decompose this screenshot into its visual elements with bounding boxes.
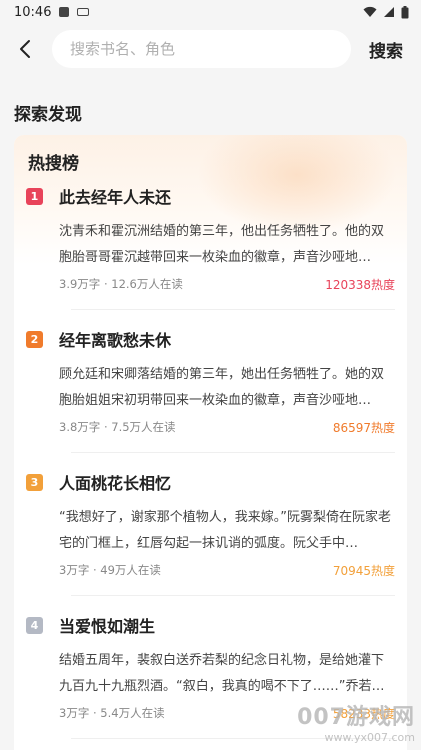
keyboard-icon [77,8,90,16]
search-field[interactable] [52,30,351,68]
rank-badge: 3 [26,473,43,491]
book-meta: 3.8万字 · 7.5万人在读 86597热度 [59,416,395,438]
search-bar: 搜索 [0,24,421,74]
book-description: “我想好了，谢家那个植物人，我来嫁。”阮雾梨倚在阮家老宅的门框上，红唇勾起一抹讥… [59,510,391,551]
book-title[interactable]: 此去经年人未还 [59,184,171,208]
book-title[interactable]: 经年离歌愁未休 [59,327,171,351]
hot-score: 86597热度 [332,420,395,435]
search-input[interactable] [70,40,351,58]
hot-score: 70945热度 [332,563,395,578]
watermark-main: 007游戏网 [297,705,415,730]
book-title[interactable]: 当爱恨如潮生 [59,613,155,637]
rank-badge: 2 [26,330,43,348]
book-stats: 3万字 · 49万人在读 [59,563,161,577]
book-description: 顾允廷和宋卿落结婚的第三年，她出任务牺牲了。她的双胞胎姐姐宋初玥带回来一枚染血的… [59,367,385,408]
hot-list-item[interactable]: 3 人面桃花长相忆 “我想好了，谢家那个植物人，我来嫁。”阮雾梨倚在阮家老宅的门框上… [14,465,407,608]
hot-list-item-header: 1 此去经年人未还 [26,179,395,213]
status-time: 10:46 [14,4,52,20]
hot-list-item[interactable]: 2 经年离歌愁未休顾允廷和宋卿落结婚的第三年，她出任务牺牲了。她的双胞胎姐姐宋初玥… [14,322,407,465]
hot-list-title: 热搜榜 [28,154,79,174]
signal-icon [384,7,394,17]
book-description: 沈青禾和霍沉洲结婚的第三年，他出任务牺牲了。他的双胞胎哥哥霍沉越带回来一枚染血的… [59,224,385,265]
search-button[interactable]: 搜索 [369,37,403,62]
site-watermark: 007游戏网 www.yx007.com [297,699,415,744]
hot-list-item-header: 3 人面桃花长相忆 [26,465,395,499]
book-stats: 3.8万字 · 7.5万人在读 [59,420,176,434]
wifi-icon [363,6,377,17]
book-meta: 3万字 · 49万人在读 70945热度 [59,559,395,581]
hot-list-item-header: 4 当爱恨如潮生 [26,608,395,642]
rank-badge: 1 [26,187,43,205]
status-bar: 10:46 [0,0,421,24]
back-button[interactable] [12,34,38,64]
book-title[interactable]: 人面桃花长相忆 [59,470,171,494]
book-meta: 3.9万字 · 12.6万人在读 120338热度 [59,273,395,295]
book-stats: 3万字 · 5.4万人在读 [59,706,165,720]
book-stats: 3.9万字 · 12.6万人在读 [59,277,183,291]
watermark-sub: www.yx007.com [324,731,415,744]
hot-list: 1 此去经年人未还沈青禾和霍沉洲结婚的第三年，他出任务牺牲了。他的双胞胎哥哥霍沉越… [14,179,407,750]
battery-icon [401,5,409,18]
back-arrow-icon [20,40,30,58]
book-description: 结婚五周年，裴叙白送乔若梨的纪念日礼物，是给她灌下九百九十九瓶烈酒。“叙白，我真… [59,653,385,694]
notification-icon [59,7,70,17]
section-title: 探索发现 [14,105,82,125]
hot-list-item-header: 2 经年离歌愁未休 [26,322,395,356]
hot-list-card: 热搜榜 1 此去经年人未还沈青禾和霍沉洲结婚的第三年，他出任务牺牲了。他的双胞胎哥… [14,135,407,750]
hot-list-item[interactable]: 1 此去经年人未还沈青禾和霍沉洲结婚的第三年，他出任务牺牲了。他的双胞胎哥哥霍沉越… [14,179,407,322]
rank-badge: 4 [26,616,43,634]
hot-score: 120338热度 [325,277,395,292]
